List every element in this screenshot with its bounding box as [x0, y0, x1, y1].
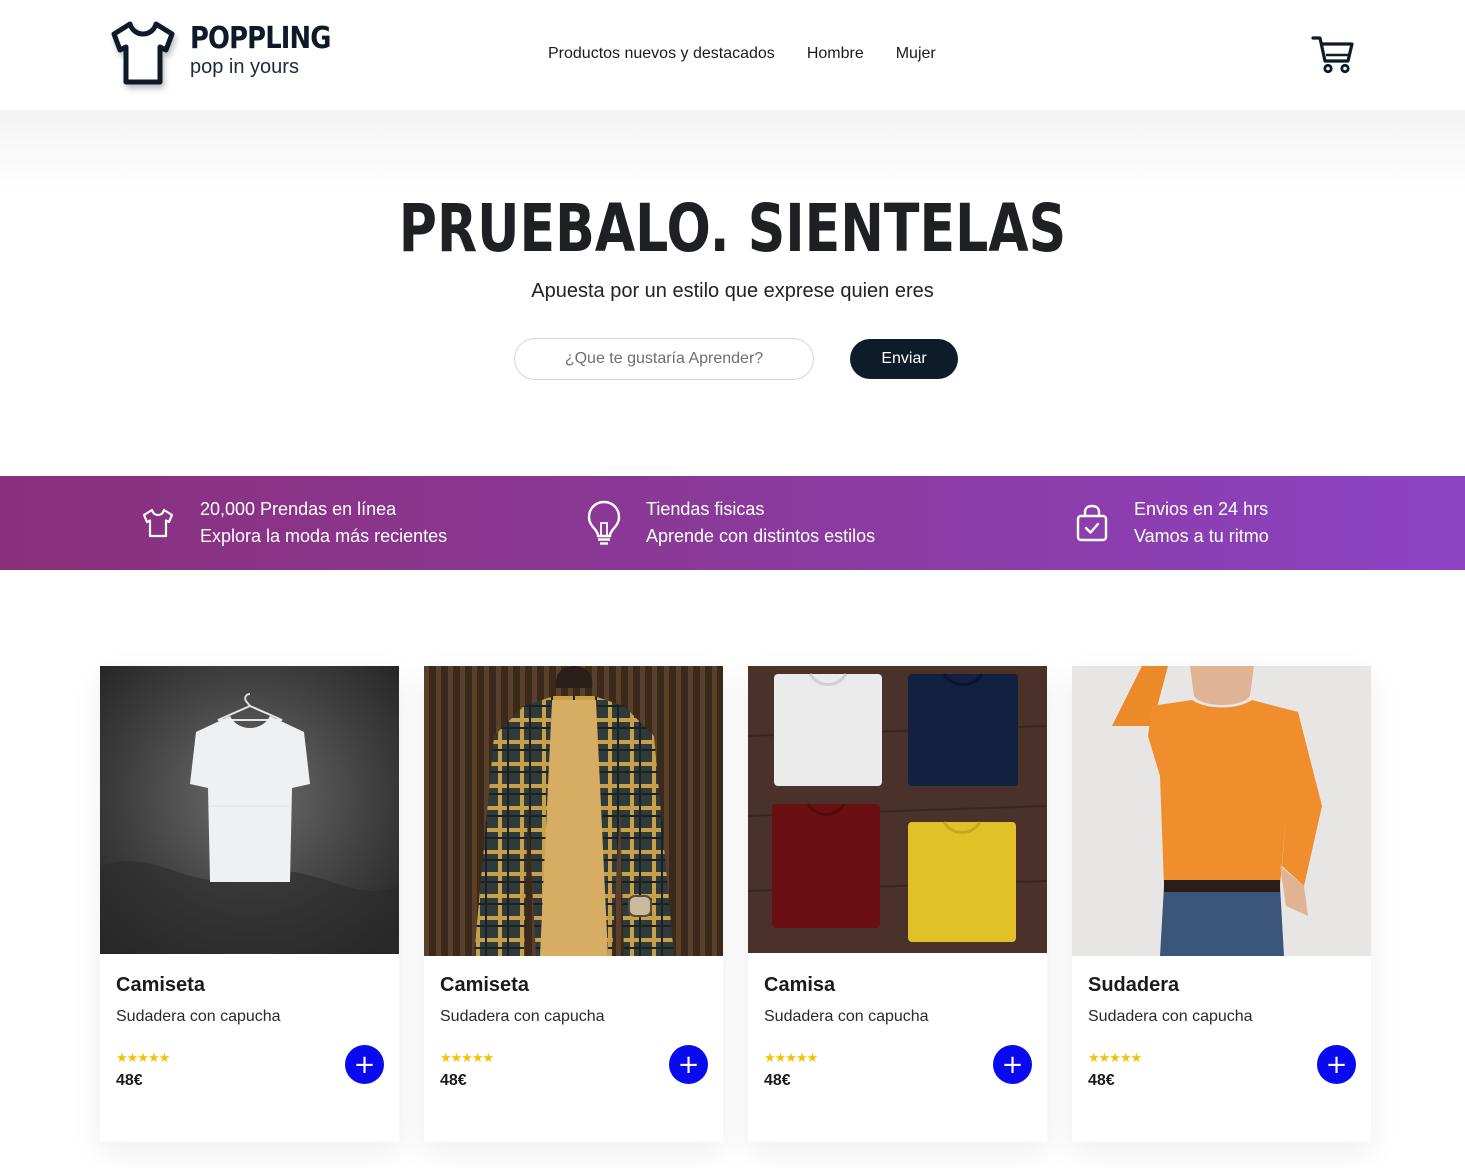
product-card[interactable]: Camiseta Sudadera con capucha ★★★★★ 48€ …: [424, 666, 723, 1142]
product-price: 48€: [116, 1072, 143, 1089]
feature-text: Tiendas fisicas Aprende con distintos es…: [646, 496, 875, 550]
feature-description: Vamos a tu ritmo: [1134, 526, 1269, 546]
product-image-folded-tshirts[interactable]: [748, 666, 1047, 956]
feature-description: Aprende con distintos estilos: [646, 526, 876, 546]
product-description: Sudadera con capucha: [1088, 1008, 1253, 1025]
product-price: 48€: [764, 1072, 791, 1089]
product-name: Sudadera: [1088, 974, 1180, 996]
product-card[interactable]: Sudadera Sudadera con capucha ★★★★★ 48€ …: [1072, 666, 1371, 1142]
product-price: 48€: [1088, 1072, 1115, 1089]
main-nav: Productos nuevos y destacados Hombre Muj…: [532, 42, 952, 66]
site-header: POPPLING pop in yours Productos nuevos y…: [0, 0, 1465, 110]
product-image-plaid-shirt[interactable]: [424, 666, 723, 956]
brand-tagline: pop in yours: [190, 56, 299, 78]
add-to-cart-button[interactable]: +: [345, 1045, 384, 1084]
feature-title: Envios en 24 hrs: [1134, 499, 1269, 519]
nav-link-women[interactable]: Mujer: [880, 42, 952, 66]
lightbulb-icon: [584, 499, 624, 547]
cart-icon[interactable]: [1310, 33, 1356, 75]
product-card[interactable]: Camiseta Sudadera con capucha ★★★★★ 48€ …: [100, 666, 399, 1142]
feature-text: Envios en 24 hrs Vamos a tu ritmo: [1134, 496, 1269, 550]
product-description: Sudadera con capucha: [116, 1008, 281, 1025]
nav-link-men[interactable]: Hombre: [791, 42, 880, 66]
product-name: Camiseta: [440, 974, 529, 996]
brand-text: POPPLING pop in yours: [190, 21, 353, 79]
product-grid: Camiseta Sudadera con capucha ★★★★★ 48€ …: [100, 666, 1371, 1142]
tshirt-icon: [138, 499, 178, 547]
product-name: Camisa: [764, 974, 836, 996]
product-price: 48€: [440, 1072, 467, 1089]
hero-title: PRUEBALO. SIENTELAS: [398, 190, 1067, 267]
shopping-bag-check-icon: [1072, 499, 1112, 547]
product-image-white-tshirt[interactable]: [100, 666, 399, 956]
feature-text: 20,000 Prendas en línea Explora la moda …: [200, 496, 447, 550]
nav-link-featured[interactable]: Productos nuevos y destacados: [532, 42, 791, 66]
rating-stars: ★★★★★: [764, 1050, 818, 1065]
product-description: Sudadera con capucha: [440, 1008, 605, 1025]
features-band: 20,000 Prendas en línea Explora la moda …: [0, 476, 1465, 570]
product-card[interactable]: Camisa Sudadera con capucha ★★★★★ 48€ +: [748, 666, 1047, 1142]
rating-stars: ★★★★★: [1088, 1050, 1142, 1065]
add-to-cart-button[interactable]: +: [669, 1045, 708, 1084]
brand-name: POPPLING: [190, 21, 331, 56]
search-input[interactable]: [514, 338, 814, 380]
rating-stars: ★★★★★: [116, 1050, 170, 1065]
feature-item-shipping: Envios en 24 hrs Vamos a tu ritmo: [1072, 476, 1269, 570]
hero-subtitle: Apuesta por un estilo que exprese quien …: [531, 280, 934, 302]
hero-section: PRUEBALO. SIENTELAS Apuesta por un estil…: [0, 110, 1465, 476]
feature-item-stores: Tiendas fisicas Aprende con distintos es…: [584, 476, 875, 570]
feature-title: Tiendas fisicas: [646, 499, 765, 519]
brand-logo[interactable]: POPPLING pop in yours: [108, 18, 353, 88]
rating-stars: ★★★★★: [440, 1050, 494, 1065]
feature-description: Explora la moda más recientes: [200, 526, 448, 546]
send-button[interactable]: Enviar: [850, 339, 958, 379]
feature-item-online: 20,000 Prendas en línea Explora la moda …: [138, 476, 447, 570]
product-description: Sudadera con capucha: [764, 1008, 929, 1025]
add-to-cart-button[interactable]: +: [1317, 1045, 1356, 1084]
tshirt-icon: [111, 21, 175, 85]
add-to-cart-button[interactable]: +: [993, 1045, 1032, 1084]
product-name: Camiseta: [116, 974, 205, 996]
feature-title: 20,000 Prendas en línea: [200, 499, 397, 519]
product-image-orange-sweater[interactable]: [1072, 666, 1371, 956]
